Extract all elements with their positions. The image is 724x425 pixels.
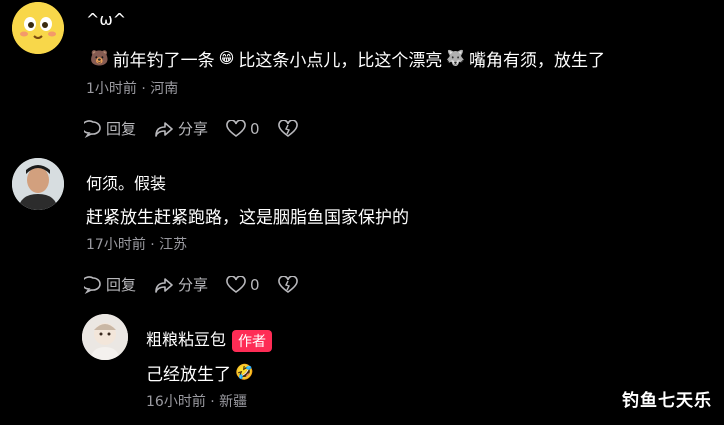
reply-button[interactable]: 回复	[84, 118, 136, 139]
comment-text: 🐻 前年钓了一条 😁 比这条小点儿，比这个漂亮 🐺 嘴角有须，放生了	[90, 49, 606, 72]
reply-icon	[84, 275, 101, 294]
reply-icon	[84, 119, 101, 138]
heart-icon	[226, 275, 246, 293]
share-icon	[155, 121, 173, 137]
comment-text: 赶紧放生赶紧跑路，这是胭脂鱼国家保护的	[86, 208, 409, 228]
username[interactable]: ^ω^	[86, 10, 126, 29]
bear-face-emoji: 🐻	[90, 49, 109, 67]
broken-heart-icon	[277, 119, 298, 137]
broken-heart-icon	[277, 275, 298, 293]
reply-button[interactable]: 回复	[84, 274, 136, 295]
dislike-button[interactable]	[277, 119, 302, 138]
like-button[interactable]: 0	[226, 275, 260, 294]
username[interactable]: 何须。假装	[86, 170, 166, 194]
avatar[interactable]	[12, 2, 64, 54]
like-count: 0	[250, 119, 260, 138]
comment-actions: 回复 分享 0	[84, 118, 320, 139]
like-count: 0	[250, 275, 260, 294]
comment-text: 己经放生了 🤣	[146, 363, 254, 386]
emoji-face-icon	[12, 2, 64, 54]
username-row: 粗粮粘豆包 作者	[146, 326, 273, 352]
user-photo-icon	[12, 158, 64, 210]
author-badge: 作者	[232, 329, 273, 352]
like-button[interactable]: 0	[226, 119, 260, 138]
grin-face-emoji: 😁	[218, 49, 235, 67]
user-photo-icon	[82, 314, 128, 360]
comment-meta: 1小时前 · 河南	[86, 81, 179, 97]
share-button[interactable]: 分享	[154, 274, 208, 295]
share-icon	[155, 277, 173, 293]
comment-meta: 17小时前 · 江苏	[86, 237, 188, 253]
wolf-face-emoji: 🐺	[446, 49, 466, 67]
watermark: 钓鱼七天乐	[622, 391, 712, 411]
username[interactable]: 粗粮粘豆包	[146, 330, 226, 349]
rofl-face-emoji: 🤣	[235, 363, 254, 381]
dislike-button[interactable]	[277, 275, 302, 294]
avatar[interactable]	[12, 158, 64, 210]
comment-meta: 16小时前 · 新疆	[146, 394, 248, 410]
comment-actions: 回复 分享 0	[84, 274, 320, 295]
heart-icon	[226, 119, 246, 137]
avatar[interactable]	[82, 314, 128, 360]
share-button[interactable]: 分享	[154, 118, 208, 139]
